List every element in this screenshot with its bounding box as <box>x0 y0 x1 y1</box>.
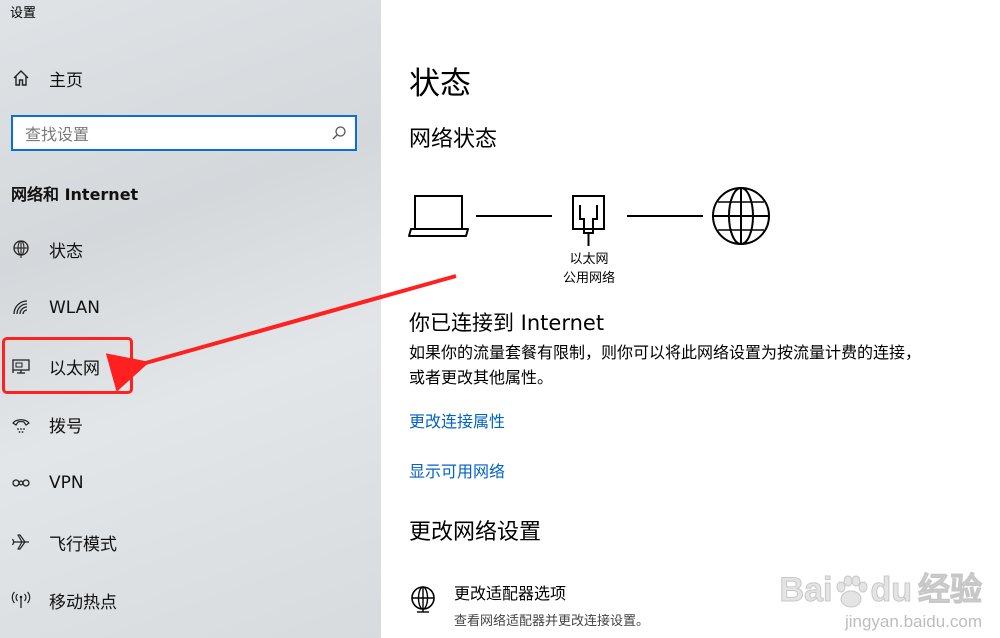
network-diagram: 以太网 公用网络 <box>408 185 778 286</box>
connection-description: 如果你的流量套餐有限制，则你可以将此网络设置为按流量计费的连接，或者更改其他属性… <box>409 343 922 387</box>
app-title: 设置 <box>10 6 37 21</box>
adapter-name-label: 以太网 <box>569 252 609 267</box>
show-available-networks-link[interactable]: 显示可用网络 <box>409 458 505 482</box>
sidebar-item-label: 拨号 <box>49 416 83 437</box>
change-connection-properties-link[interactable]: 更改连接属性 <box>409 408 505 432</box>
watermark-brand-suffix: du <box>870 571 913 610</box>
sidebar-item-hotspot[interactable]: 移动热点 <box>0 578 381 622</box>
network-type-label: 公用网络 <box>562 271 615 286</box>
sidebar-item-label: VPN <box>49 473 84 493</box>
watermark-brand: Bai <box>779 571 833 610</box>
dial-up-icon <box>10 413 32 435</box>
sidebar-item-dialup[interactable]: 拨号 <box>0 402 381 446</box>
adapter-options-description: 查看网络适配器并更改连接设置。 <box>454 614 650 629</box>
watermark-url: jingyan.baidu.com <box>844 612 982 631</box>
search-icon[interactable] <box>331 125 347 145</box>
globe-icon <box>712 187 770 245</box>
wifi-icon <box>10 297 32 319</box>
change-network-settings-heading: 更改网络设置 <box>409 520 542 545</box>
search-box[interactable] <box>11 115 357 151</box>
sidebar-item-vpn[interactable]: VPN <box>0 461 381 505</box>
network-status-heading: 网络状态 <box>409 127 498 152</box>
vpn-icon <box>10 472 32 494</box>
page-title: 状态 <box>409 66 471 102</box>
globe-status-icon <box>10 238 32 260</box>
sidebar-item-airplane[interactable]: 飞行模式 <box>0 520 381 564</box>
baidu-watermark: Bai du 经验 jingyan.baidu.com <box>779 564 982 632</box>
watermark-brand-cn: 经验 <box>917 570 982 609</box>
laptop-icon <box>408 195 469 237</box>
annotation-highlight-box <box>2 337 133 394</box>
ethernet-adapter-icon <box>572 195 605 246</box>
sidebar-item-label: 飞行模式 <box>49 534 117 555</box>
section-title: 网络和 Internet <box>11 185 139 204</box>
main-content: 状态 网络状态 以太网 公用网络 你已连接到 Internet 如果你的流量套餐… <box>381 0 1000 638</box>
connection-status-heading: 你已连接到 Internet <box>409 311 605 335</box>
paw-icon <box>834 574 868 610</box>
sidebar-item-label: 状态 <box>49 241 83 262</box>
sidebar-item-status[interactable]: 状态 <box>0 227 381 271</box>
sidebar: 设置 主页 网络和 Internet 状态 WLAN 以太网 <box>0 0 381 638</box>
adapter-options-title: 更改适配器选项 <box>454 584 567 603</box>
sidebar-item-label: 主页 <box>49 70 83 91</box>
adapter-globe-icon <box>409 585 439 629</box>
home-icon <box>10 67 32 89</box>
search-input[interactable] <box>13 117 327 151</box>
airplane-icon <box>10 531 32 553</box>
sidebar-item-home[interactable]: 主页 <box>0 56 381 100</box>
sidebar-item-label: WLAN <box>49 298 101 318</box>
adapter-options-item[interactable]: 更改适配器选项 查看网络适配器并更改连接设置。 <box>409 580 649 629</box>
sidebar-item-wlan[interactable]: WLAN <box>0 286 381 330</box>
hotspot-icon <box>10 589 32 611</box>
sidebar-item-label: 移动热点 <box>49 592 117 613</box>
